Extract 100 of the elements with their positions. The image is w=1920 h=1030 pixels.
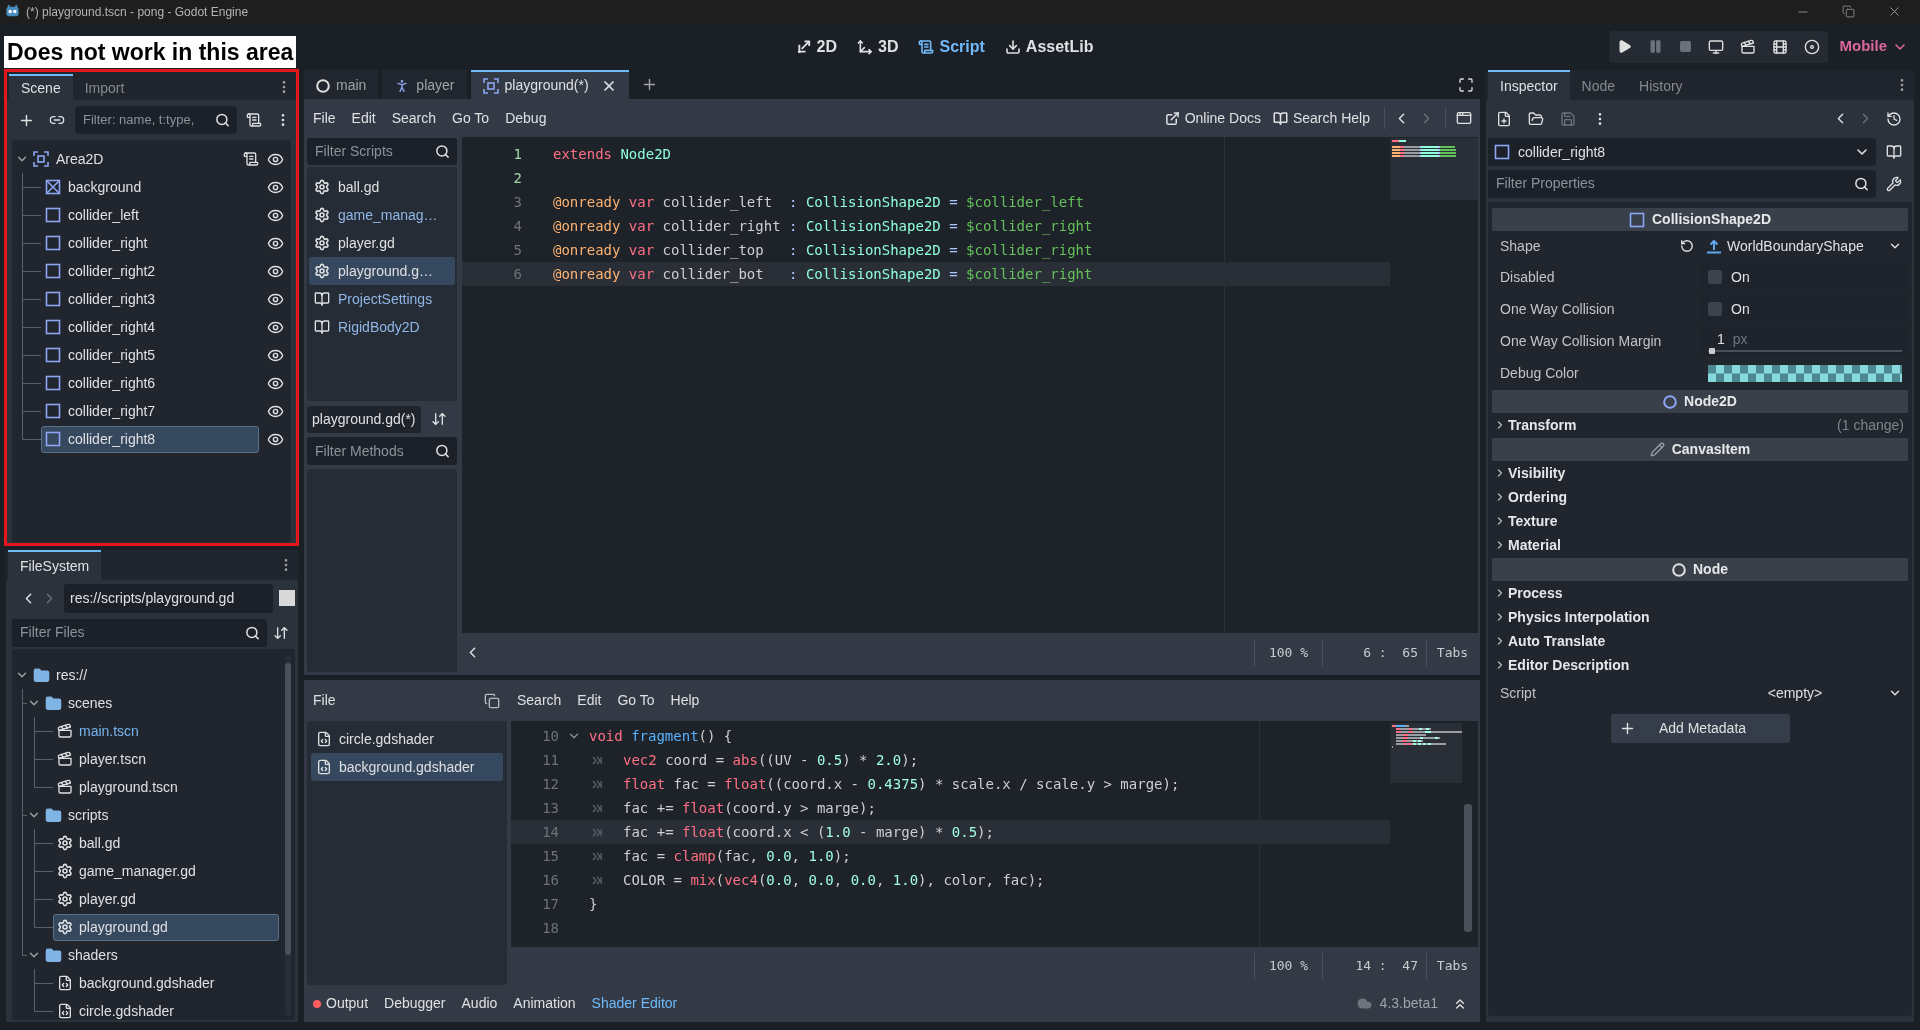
filter-field[interactable]: Filter Scripts xyxy=(307,138,431,165)
asset-entry[interactable]: player.tscn xyxy=(53,745,279,773)
indentation-button[interactable]: Tabs xyxy=(1427,953,1478,979)
folder-entry[interactable]: scenes xyxy=(41,689,279,717)
window-icon[interactable] xyxy=(1456,110,1472,126)
tree-item[interactable]: collider_right8 xyxy=(41,425,259,453)
tree-item[interactable]: Area2D xyxy=(29,145,237,173)
tree-item[interactable]: collider_right6 xyxy=(41,369,259,397)
tree-item[interactable]: collider_left xyxy=(41,201,259,229)
monitor-icon[interactable] xyxy=(1707,38,1724,55)
asset-entry[interactable]: main.tscn xyxy=(53,717,279,745)
new-file-icon[interactable] xyxy=(1496,110,1512,127)
revert-icon[interactable] xyxy=(1680,239,1694,253)
menu-item[interactable]: Edit xyxy=(569,686,610,715)
zoom-button[interactable]: 100 % xyxy=(1255,953,1322,979)
dock-tab[interactable]: Node xyxy=(1569,70,1628,100)
path-field[interactable]: res://scripts/playground.gd xyxy=(64,583,273,613)
add-metadata-button[interactable]: Add Metadata xyxy=(1610,714,1790,743)
tree-item[interactable]: collider_right4 xyxy=(41,313,259,341)
windows-icon[interactable] xyxy=(484,692,500,709)
menu-item[interactable]: File xyxy=(305,104,344,132)
bottom-tab[interactable]: Audio xyxy=(453,989,506,1018)
slider-handle[interactable] xyxy=(1708,347,1715,354)
property-group[interactable]: Material xyxy=(1492,534,1561,556)
wrench-icon[interactable] xyxy=(1886,175,1902,192)
scrollbar-thumb[interactable] xyxy=(285,663,291,955)
open-script-item[interactable]: game_manag… xyxy=(309,201,455,229)
tree-item[interactable]: collider_right5 xyxy=(41,341,259,369)
workspace-tab[interactable]: Script xyxy=(918,34,985,59)
dock-tab[interactable]: Scene xyxy=(9,74,73,100)
fullscreen-icon[interactable] xyxy=(1458,76,1474,93)
indentation-button[interactable]: Tabs xyxy=(1427,639,1478,666)
bottom-tab[interactable]: Animation xyxy=(505,989,584,1018)
menu-item[interactable]: Go To xyxy=(609,686,663,715)
tree-item[interactable]: collider_right7 xyxy=(41,397,259,425)
play-icon[interactable] xyxy=(1616,39,1632,54)
property-group[interactable]: Editor Description xyxy=(1492,654,1630,676)
sort-icon[interactable] xyxy=(430,411,447,427)
property-group[interactable]: Ordering xyxy=(1492,486,1568,508)
menu-item[interactable]: Search xyxy=(509,686,570,715)
asset-entry[interactable]: playground.gd xyxy=(53,913,279,941)
document-tab[interactable]: playground(*) xyxy=(470,70,629,99)
shader-entry[interactable]: background.gdshader xyxy=(311,753,503,781)
dock-tab[interactable]: FileSystem xyxy=(8,550,102,580)
menu-item[interactable]: Search xyxy=(383,104,445,132)
asset-entry[interactable]: background.gdshader xyxy=(53,969,279,997)
object-selector[interactable]: collider_right8 xyxy=(1488,138,1876,166)
menu-item[interactable]: Help xyxy=(662,686,708,715)
resource-picker[interactable]: WorldBoundaryShape xyxy=(1706,235,1864,257)
zoom-button[interactable]: 100 % xyxy=(1255,639,1322,666)
folder-entry[interactable]: scripts xyxy=(41,801,279,829)
asset-entry[interactable]: circle.gdshader xyxy=(53,997,279,1020)
bottom-tab[interactable]: Shader Editor xyxy=(583,989,686,1018)
book-icon[interactable] xyxy=(1886,144,1902,160)
tree-item[interactable]: background xyxy=(41,173,259,201)
open-script-item[interactable]: playground.g… xyxy=(309,257,455,285)
scroll-icon[interactable] xyxy=(246,112,262,128)
film-icon[interactable] xyxy=(1771,38,1788,55)
open-script-item[interactable]: ProjectSettings xyxy=(309,285,455,313)
bottom-tab[interactable]: Debugger xyxy=(376,989,454,1018)
filter-field[interactable]: Filter: name, t:type, xyxy=(75,106,211,134)
document-tab[interactable]: main xyxy=(304,70,379,99)
property-group[interactable]: Auto Translate xyxy=(1492,630,1606,652)
history-icon[interactable] xyxy=(1886,110,1902,127)
property-group[interactable]: Transform xyxy=(1492,414,1577,436)
restore-icon[interactable] xyxy=(1842,5,1855,18)
property-group[interactable]: Process xyxy=(1492,582,1563,604)
workspace-tab[interactable]: AssetLib xyxy=(1004,34,1094,59)
help-link[interactable]: Search Help xyxy=(1266,104,1376,132)
asset-entry[interactable]: player.gd xyxy=(53,885,279,913)
scroll-icon[interactable] xyxy=(243,151,259,167)
document-tab[interactable]: player xyxy=(382,70,467,99)
workspace-tab[interactable]: 3D xyxy=(857,34,899,59)
clapperboard-icon[interactable] xyxy=(1739,38,1756,55)
folder-entry[interactable]: res:// xyxy=(29,661,279,689)
open-script-item[interactable]: ball.gd xyxy=(309,173,455,201)
open-script-item[interactable]: player.gd xyxy=(309,229,455,257)
sort-icon[interactable] xyxy=(273,624,289,641)
color-swatch[interactable] xyxy=(1708,364,1902,382)
property-group[interactable]: Texture xyxy=(1492,510,1558,532)
bottom-tab[interactable]: Output xyxy=(305,989,377,1018)
renderer-dropdown[interactable]: Mobile xyxy=(1839,35,1908,58)
tree-item[interactable]: collider_right2 xyxy=(41,257,259,285)
menu-item[interactable]: File xyxy=(305,686,344,715)
menu-item[interactable]: Go To xyxy=(444,104,498,132)
shader-entry[interactable]: circle.gdshader xyxy=(311,725,503,753)
slider-track[interactable] xyxy=(1708,349,1902,352)
scrollbar-thumb[interactable] xyxy=(1464,804,1472,932)
folder-entry[interactable]: shaders xyxy=(41,941,279,969)
close-icon[interactable] xyxy=(1887,4,1902,19)
workspace-tab[interactable]: 2D xyxy=(796,34,838,59)
dock-tab[interactable]: Import xyxy=(72,74,137,100)
asset-entry[interactable]: game_manager.gd xyxy=(53,857,279,885)
help-link[interactable]: Online Docs xyxy=(1158,104,1267,132)
menu-item[interactable]: Debug xyxy=(497,104,555,132)
menu-item[interactable]: Edit xyxy=(343,104,384,132)
filter-field[interactable]: Filter Methods xyxy=(307,437,431,465)
tree-item[interactable]: collider_right3 xyxy=(41,285,259,313)
value-dropdown[interactable]: <empty> xyxy=(1702,682,1888,704)
filter-field[interactable]: Filter Properties xyxy=(1488,169,1850,198)
